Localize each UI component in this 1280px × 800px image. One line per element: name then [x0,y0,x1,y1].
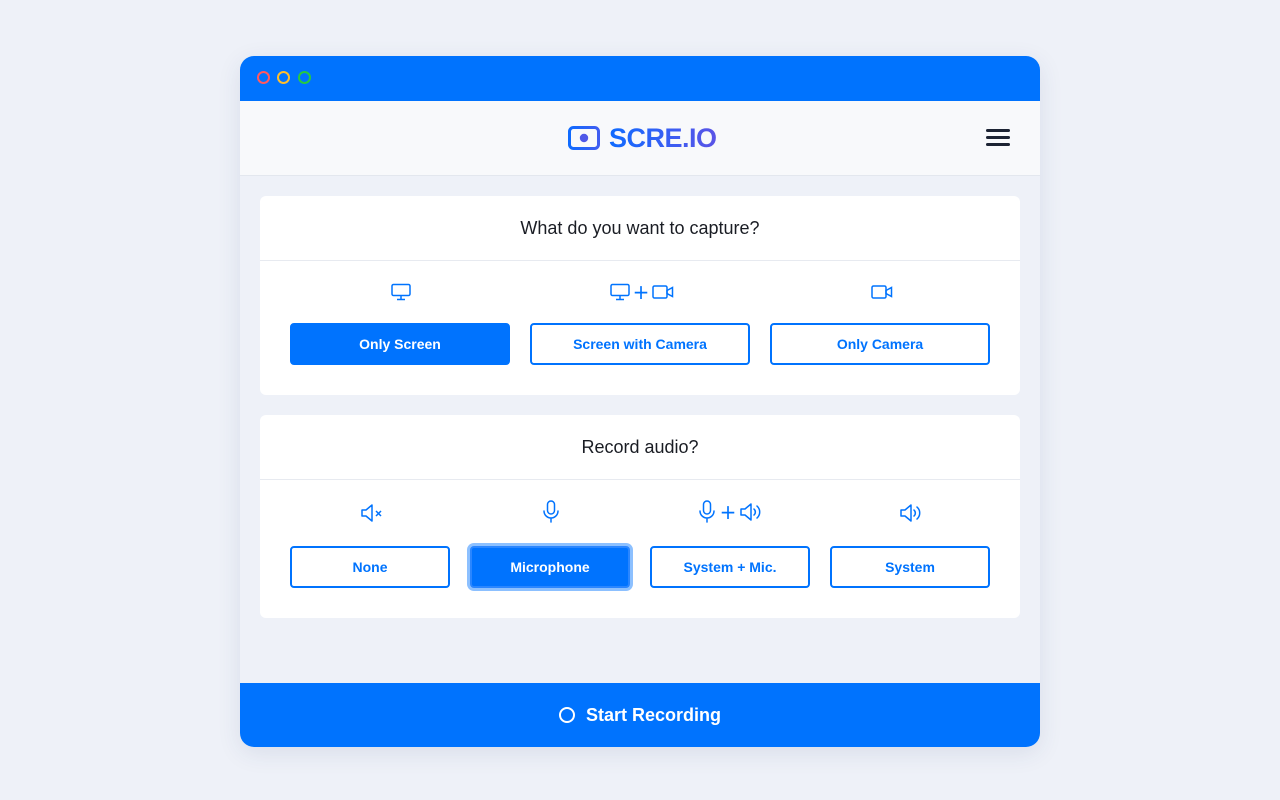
plus-icon: + [719,500,737,524]
title-bar [240,56,1040,101]
screen-with-camera-icons: + [608,281,676,303]
monitor-icon [390,281,412,303]
app-window: SCRE.IO What do you want to capture? + O… [240,56,1040,747]
microphone-icon [540,500,562,523]
speaker-muted-icon [358,502,386,524]
microphone-icon [698,500,715,523]
window-close-dot[interactable] [257,71,270,84]
screen-record-icon [568,126,600,150]
screen-with-camera-button[interactable]: Screen with Camera [530,323,750,365]
hamburger-menu-icon[interactable] [984,126,1012,150]
audio-system-plus-mic-button[interactable]: System + Mic. [650,546,810,588]
audio-microphone-button[interactable]: Microphone [470,546,630,588]
record-circle-icon [558,707,575,723]
capture-question: What do you want to capture? [260,196,1020,261]
speaker-icon [740,503,761,521]
monitor-icon [609,283,630,301]
audio-system-button[interactable]: System [830,546,990,588]
camera-icon [870,281,894,303]
capture-card: What do you want to capture? + Only Scre… [260,196,1020,395]
audio-question: Record audio? [260,415,1020,480]
audio-none-button[interactable]: None [290,546,450,588]
brand-logo: SCRE.IO [568,123,717,153]
app-header: SCRE.IO [240,101,1040,176]
start-recording-button[interactable]: Start Recording [240,683,1040,747]
only-camera-button[interactable]: Only Camera [770,323,990,365]
window-minimize-dot[interactable] [277,71,290,84]
camera-icon [652,285,674,299]
brand-name: SCRE.IO [609,123,717,153]
only-screen-button[interactable]: Only Screen [290,323,510,365]
start-recording-label: Start Recording [585,704,722,725]
window-maximize-dot[interactable] [298,71,311,84]
plus-icon: + [632,280,650,304]
system-plus-mic-icons: + [696,500,764,524]
audio-card: Record audio? + None Microphone System +… [260,415,1020,618]
speaker-icon [898,502,924,524]
